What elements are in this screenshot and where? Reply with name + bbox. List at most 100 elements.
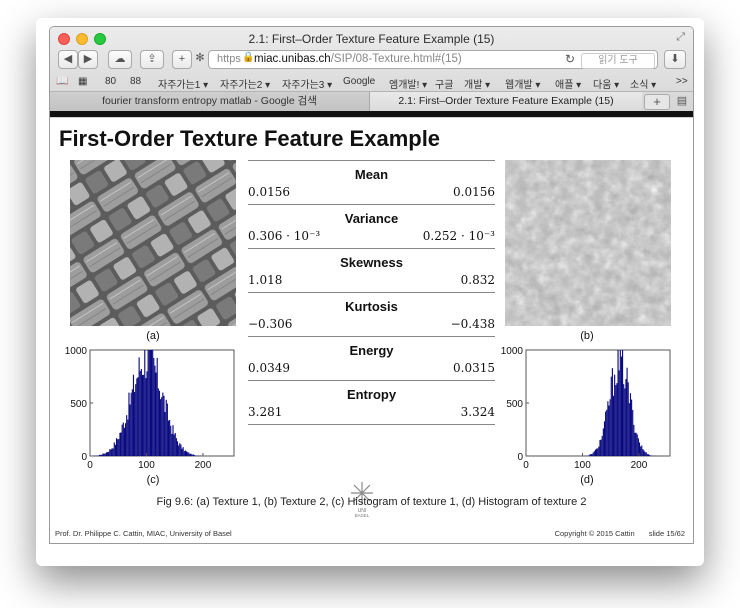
bookmark-item[interactable]: 애플 ▾ (555, 76, 581, 91)
histogram-bar (111, 448, 113, 456)
histogram-bar (122, 422, 124, 456)
url-text: miac.unibas.ch/SIP/08-Texture.html#(15) (254, 53, 462, 65)
tab-overview-icon[interactable]: ▤ (672, 92, 692, 112)
histogram-bar (125, 423, 127, 456)
reading-list-icon[interactable]: 📖 (56, 76, 68, 87)
histogram-bar (614, 374, 616, 456)
y-tick-label: 1000 (65, 346, 88, 357)
y-tick-label: 1000 (501, 346, 524, 357)
histogram-bar (596, 448, 598, 456)
histogram-texture-2: 050010000 100 200 (501, 346, 671, 471)
x-tick-label: 200 (195, 460, 212, 471)
stat-value-texture-2: 0.0315 (453, 361, 495, 375)
histogram-bar (162, 392, 164, 456)
back-button[interactable]: ◀ (58, 50, 78, 69)
histogram-bar (187, 452, 189, 456)
histogram-bar (99, 454, 101, 456)
fullscreen-icon[interactable]: ⤢ (676, 31, 685, 44)
bookmark-item[interactable]: 개발 ▾ (464, 76, 490, 91)
footer-author: Prof. Dr. Philippe C. Cattin, MIAC, Univ… (55, 529, 232, 538)
histogram-bar (121, 424, 123, 456)
histogram-bar (106, 452, 109, 456)
toolbar: ◀ ▶ ☁ ⇪ + ✻ https 🔒 miac.unibas.ch/SIP/0… (50, 49, 693, 73)
bookmark-item[interactable]: 자주가는3 ▾ (282, 76, 332, 91)
bookmark-item[interactable]: 자주가는2 ▾ (220, 76, 270, 91)
histogram-bar (152, 350, 154, 456)
caption-a: (a) (146, 330, 160, 342)
slide-content: First-Order Texture Feature Example (a) (50, 118, 693, 543)
footer-slide-number: slide 15/62 (648, 529, 685, 538)
histogram-bar (175, 438, 177, 456)
histogram-bar (157, 388, 159, 456)
stat-name: Kurtosis (345, 299, 398, 314)
caption-b: (b) (580, 330, 594, 342)
share-button[interactable]: ⇪ (140, 50, 164, 69)
texture-1-image (70, 160, 236, 326)
svg-text:BASEL: BASEL (355, 513, 370, 518)
histogram-bar (149, 350, 151, 456)
histogram-bar (137, 377, 139, 456)
histogram-bar (126, 415, 128, 456)
new-tab-plus-button[interactable]: + (644, 94, 670, 110)
histogram-bar (129, 404, 131, 456)
footer-right: Copyright © 2015 Cattin slide 15/62 (555, 529, 685, 538)
histogram-bar (127, 419, 129, 456)
new-tab-button[interactable]: + (172, 50, 192, 69)
downloads-button[interactable]: ⬇ (664, 50, 686, 69)
histogram-bar (631, 399, 633, 456)
histogram-bar (593, 451, 595, 456)
histogram-bar (169, 420, 171, 456)
histogram-bar (646, 454, 648, 456)
histogram-bar (635, 432, 637, 456)
histogram-bar (130, 392, 132, 456)
window-title: 2.1: First–Order Texture Feature Example… (248, 32, 495, 46)
bookmark-item[interactable]: 80 (105, 76, 116, 87)
reload-icon[interactable]: ↻ (565, 52, 575, 66)
bookmark-item[interactable]: 다움 ▾ (593, 76, 619, 91)
histogram-bar (154, 365, 156, 456)
reader-button[interactable]: 읽기 도구 (581, 53, 655, 69)
histogram-bar (189, 453, 191, 456)
histogram-bar (645, 452, 647, 456)
bookmark-item[interactable]: Google (343, 76, 375, 87)
histogram-bar (141, 374, 144, 456)
histogram-bar (164, 412, 166, 456)
histogram-bar (601, 435, 603, 456)
bookmark-item[interactable]: 소식 ▾ (630, 76, 656, 91)
histogram-texture-1: 050010000 100 200 (65, 346, 235, 471)
address-bar[interactable]: https 🔒 miac.unibas.ch/SIP/08-Texture.ht… (208, 50, 658, 69)
bookmark-item[interactable]: 88 (130, 76, 141, 87)
histogram-bar (136, 378, 138, 456)
bookmark-item[interactable]: 구글 (435, 76, 453, 91)
bookmark-item[interactable]: 웹개발 ▾ (505, 76, 540, 91)
stat-row-kurtosis: Kurtosis −0.306 −0.438 (248, 292, 495, 336)
histogram-bar (110, 449, 112, 456)
forward-button[interactable]: ▶ (78, 50, 98, 69)
icloud-tabs-button[interactable]: ☁ (108, 50, 132, 69)
histogram-bar (138, 357, 140, 456)
histogram-bar (632, 409, 634, 456)
tab-google-search[interactable]: fourier transform entropy matlab - Googl… (50, 92, 370, 112)
histogram-bar (158, 390, 161, 456)
histogram-bar (597, 448, 599, 456)
bookmark-item[interactable]: 엠개발! ▾ (389, 76, 427, 91)
more-bookmarks-icon[interactable]: >> (676, 76, 688, 87)
histogram-bar (628, 403, 630, 456)
histogram-bar (618, 370, 620, 456)
stat-row-skewness: Skewness 1.018 0.832 (248, 248, 495, 292)
histogram-bar (178, 445, 180, 456)
y-tick-label: 500 (70, 399, 87, 410)
histogram-bar (598, 446, 600, 456)
tab-bar: fourier transform entropy matlab - Googl… (50, 91, 693, 112)
stat-value-texture-2: 0.832 (460, 273, 495, 287)
bookmark-item[interactable]: 자주가는1 ▾ (158, 76, 208, 91)
top-sites-icon[interactable]: ▦ (78, 76, 87, 87)
texture-2-image (505, 160, 671, 326)
histogram-bar (624, 388, 626, 456)
histogram-bar (179, 443, 181, 456)
tab-texture-slide[interactable]: 2.1: First–Order Texture Feature Example… (370, 92, 642, 112)
stat-name: Skewness (340, 255, 403, 270)
histogram-bar (155, 372, 157, 456)
histogram-bar (145, 378, 147, 456)
histogram-bar (600, 439, 602, 456)
